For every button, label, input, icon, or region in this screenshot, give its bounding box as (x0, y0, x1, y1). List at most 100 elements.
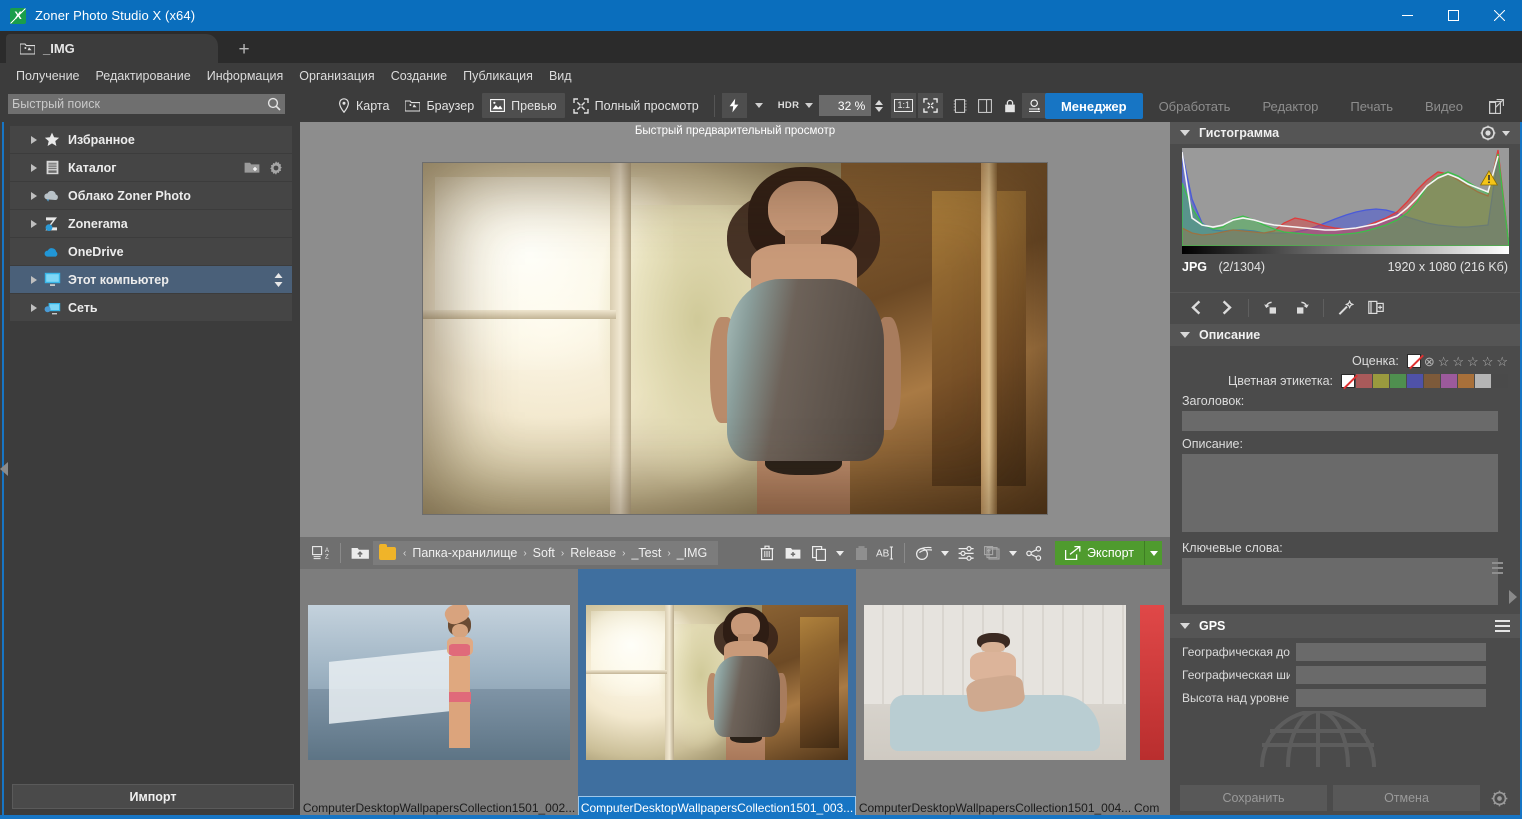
thumbnail-item[interactable] (1134, 569, 1170, 796)
thumbnail-item[interactable] (856, 569, 1134, 796)
color-swatch-0[interactable] (1356, 374, 1372, 388)
histogram-header[interactable]: Гистограмма (1170, 122, 1520, 144)
add-folder-icon[interactable] (244, 161, 260, 174)
gps-latitude-input[interactable] (1296, 666, 1486, 684)
gear-icon[interactable] (1486, 790, 1512, 807)
paste-button[interactable] (848, 541, 874, 565)
fullview-button[interactable]: Полный просмотр (565, 93, 707, 118)
breadcrumb-item-2[interactable]: Release (565, 546, 621, 560)
color-swatch-4[interactable] (1424, 374, 1440, 388)
magic-wand-button[interactable] (1332, 295, 1360, 321)
sidebar-item-network[interactable]: Сеть (10, 294, 292, 321)
description-header[interactable]: Описание (1170, 324, 1520, 346)
breadcrumb-item-0[interactable]: Папка-хранилище (407, 546, 522, 560)
hamburger-icon[interactable] (1495, 620, 1510, 632)
maximize-button[interactable] (1430, 0, 1476, 31)
filmstrip-toggle-button[interactable] (947, 93, 972, 118)
sidebar-item-catalog[interactable]: Каталог (10, 154, 292, 181)
color-label-control[interactable] (1341, 374, 1508, 388)
menu-item-publikaciya[interactable]: Публикация (455, 65, 541, 87)
sort-az-icon[interactable]: AZ (308, 541, 334, 565)
copy-menu-button[interactable] (832, 541, 848, 565)
tab-img[interactable]: _IMG (6, 34, 218, 63)
tab-develop[interactable]: Обработать (1143, 93, 1247, 119)
clear-rating-icon[interactable]: ⊗ (1424, 355, 1435, 368)
expand-arrow-icon[interactable] (26, 304, 42, 312)
batch-button[interactable] (911, 541, 937, 565)
browser-button[interactable]: Браузер (397, 93, 482, 118)
expand-arrow-icon[interactable] (26, 164, 42, 172)
title-input[interactable] (1182, 411, 1498, 431)
gps-altitude-input[interactable] (1296, 689, 1486, 707)
sidebar-item-this-computer[interactable]: Этот компьютер (10, 266, 292, 293)
chevron-down-icon[interactable] (1180, 130, 1190, 136)
filter-button[interactable] (953, 541, 979, 565)
menu-item-organizaciya[interactable]: Организация (291, 65, 382, 87)
expand-arrow-icon[interactable] (26, 192, 42, 200)
popout-button[interactable] (1479, 93, 1514, 119)
rating-control[interactable]: ⊗ ☆ ☆ ☆ ☆ ☆ (1407, 354, 1508, 368)
panel-resize-grip[interactable] (1492, 562, 1503, 574)
description-textarea[interactable] (1182, 454, 1498, 532)
batch-menu-button[interactable] (937, 541, 953, 565)
menu-item-sozdanie[interactable]: Создание (383, 65, 455, 87)
preview-button[interactable]: Превью (482, 93, 564, 118)
breadcrumb-item-4[interactable]: _IMG (672, 546, 713, 560)
next-image-button[interactable] (1212, 295, 1240, 321)
new-folder-button[interactable] (780, 541, 806, 565)
gps-header[interactable]: GPS (1170, 614, 1520, 638)
cancel-button[interactable]: Отмена (1333, 785, 1480, 811)
zoom-up-icon[interactable] (875, 100, 883, 105)
no-color-icon[interactable] (1341, 374, 1355, 388)
rotate-right-button[interactable] (1287, 295, 1315, 321)
menu-item-poluchenie[interactable]: Получение (8, 65, 88, 87)
menu-item-vid[interactable]: Вид (541, 65, 580, 87)
tab-video[interactable]: Видео (1409, 93, 1479, 119)
import-button[interactable]: Импорт (12, 784, 294, 809)
new-tab-button[interactable]: + (233, 38, 255, 60)
chevron-down-icon[interactable] (1180, 332, 1190, 338)
star-icon-5[interactable]: ☆ (1496, 355, 1508, 368)
actual-size-button[interactable]: 1:1 (891, 93, 916, 118)
breadcrumb-item-3[interactable]: _Test (626, 546, 666, 560)
zoom-stepper[interactable] (875, 100, 883, 112)
gps-longitude-input[interactable] (1296, 643, 1486, 661)
color-swatch-8[interactable] (1492, 374, 1508, 388)
compare-button[interactable] (1022, 93, 1047, 118)
export-menu-button[interactable] (1144, 541, 1162, 565)
save-button[interactable]: Сохранить (1180, 785, 1327, 811)
map-button[interactable]: Карта (330, 93, 397, 118)
warning-triangle-icon[interactable] (1480, 170, 1498, 186)
thumbnail-item[interactable] (300, 569, 578, 796)
color-swatch-5[interactable] (1441, 374, 1457, 388)
chevron-down-icon[interactable] (1502, 131, 1510, 136)
star-icon-2[interactable]: ☆ (1452, 355, 1464, 368)
sort-arrows-icon[interactable] (273, 272, 284, 288)
search-input[interactable] (12, 97, 267, 111)
star-icon-3[interactable]: ☆ (1467, 355, 1479, 368)
star-icon-1[interactable]: ☆ (1438, 355, 1450, 368)
sidebar-item-zonerama[interactable]: Zonerama (10, 210, 292, 237)
breadcrumb-item-1[interactable]: Soft (528, 546, 560, 560)
panel-collapse-arrow[interactable] (1509, 590, 1517, 604)
search-icon[interactable] (267, 97, 281, 111)
zoom-down-icon[interactable] (875, 107, 883, 112)
share-button[interactable] (1021, 541, 1047, 565)
zoom-level-field[interactable]: 32 % (819, 95, 871, 116)
tab-manager[interactable]: Менеджер (1045, 93, 1143, 119)
color-swatch-7[interactable] (1475, 374, 1491, 388)
thumbnail-item-selected[interactable] (578, 569, 856, 796)
chevron-down-icon[interactable] (1180, 623, 1190, 629)
folder-up-icon[interactable] (347, 541, 373, 565)
flash-menu-button[interactable] (747, 93, 772, 118)
no-rating-icon[interactable] (1407, 354, 1421, 368)
expand-arrow-icon[interactable] (26, 276, 42, 284)
panel-toggle-button[interactable] (972, 93, 997, 118)
expand-arrow-icon[interactable] (26, 220, 42, 228)
lock-button[interactable] (997, 93, 1022, 118)
preview-image[interactable] (423, 163, 1047, 514)
stack-menu-button[interactable] (1005, 541, 1021, 565)
menu-item-redaktirovanie[interactable]: Редактирование (88, 65, 199, 87)
copy-button[interactable] (806, 541, 832, 565)
rename-button[interactable]: AB (874, 541, 898, 565)
